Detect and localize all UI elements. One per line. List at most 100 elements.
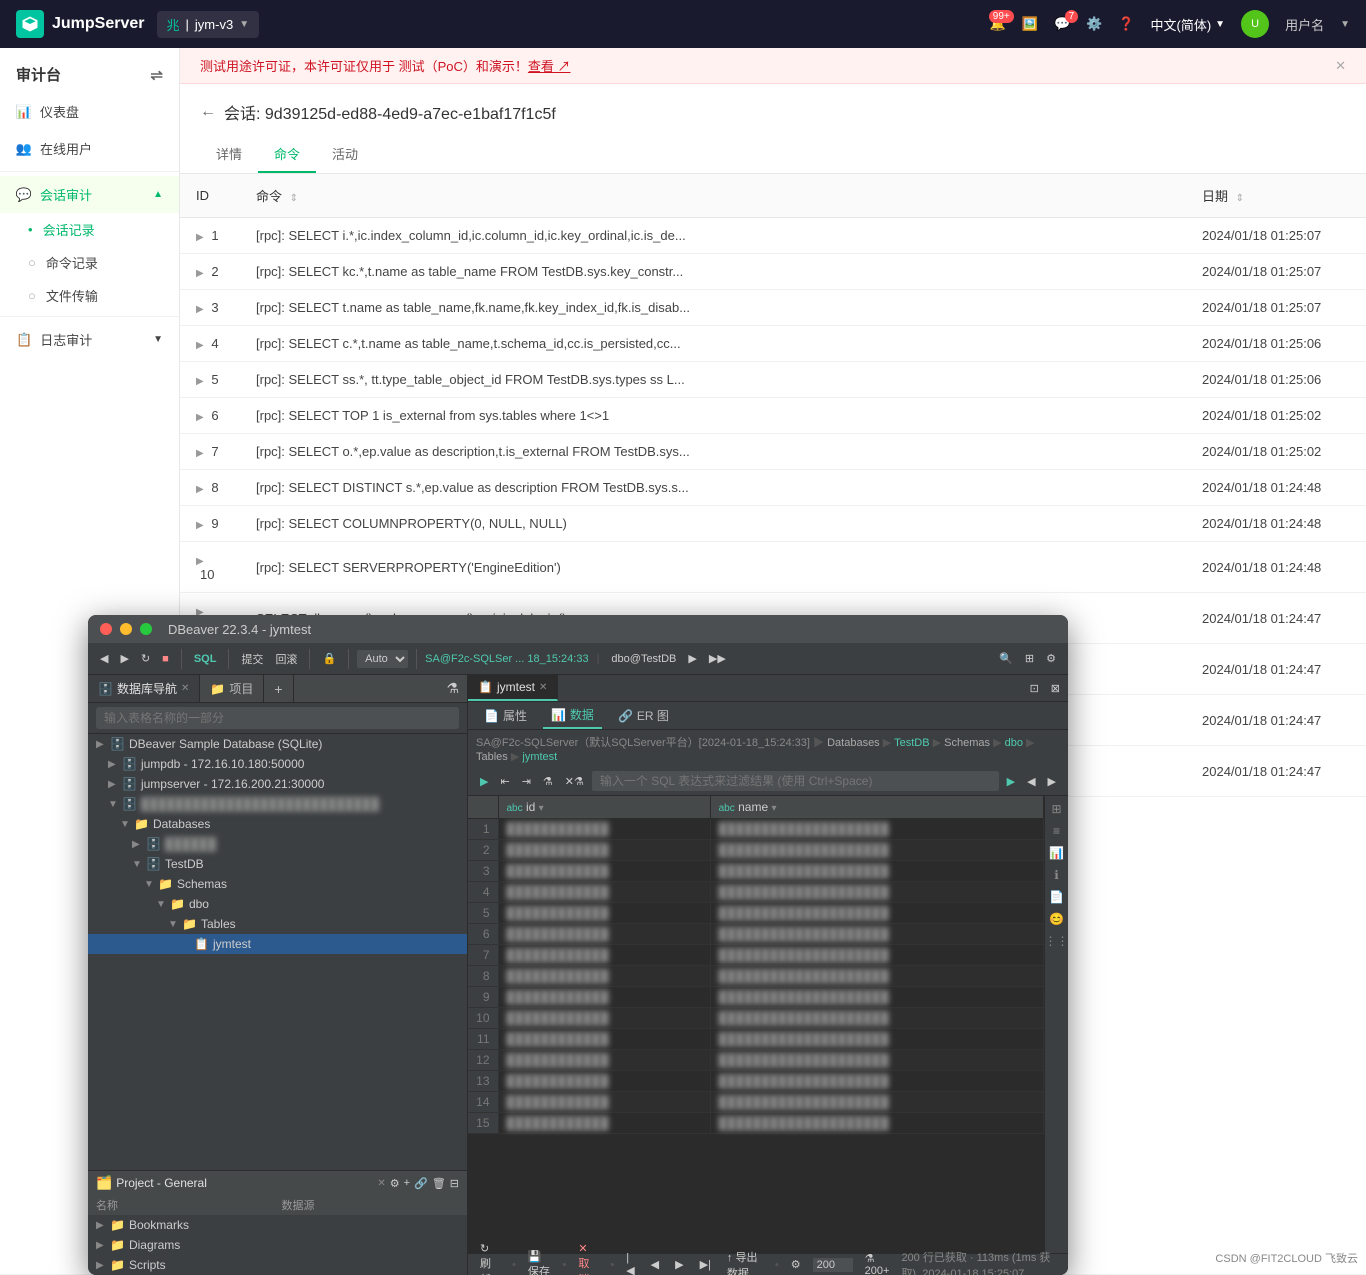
expand-button[interactable]: ▶ xyxy=(196,232,204,243)
sidebar-item-log-audit[interactable]: 📋 日志审计 ▼ xyxy=(0,321,179,358)
table-row[interactable]: ▶ 6 [rpc]: SELECT TOP 1 is_external from… xyxy=(180,398,1366,434)
expand-button[interactable]: ▶ xyxy=(196,556,204,567)
table-row[interactable]: ▶ 4 [rpc]: SELECT c.*,t.name as table_na… xyxy=(180,326,1366,362)
restore-icon[interactable]: ⊡ xyxy=(1026,680,1043,697)
status-nav-last[interactable]: ▶| xyxy=(696,1256,715,1273)
tree-item-jumpserver[interactable]: ▶ 🗄️ jumpserver - 172.16.200.21:30000 xyxy=(88,774,467,794)
nav-tab-db-close[interactable]: ✕ xyxy=(181,683,189,694)
sidebar-subitem-file-transfer[interactable]: 文件传输 xyxy=(28,279,179,312)
grid-row[interactable]: 13 ████████████ ████████████████████ xyxy=(468,1071,1044,1092)
auto-commit-select[interactable]: Auto xyxy=(357,650,408,668)
grid-row[interactable]: 8 ████████████ ████████████████████ xyxy=(468,966,1044,987)
nav-tab-db[interactable]: 🗄️ 数据库导航 ✕ xyxy=(88,675,200,702)
nav-tab-add[interactable]: + xyxy=(264,675,293,702)
tree-item-schemas[interactable]: ▼ 📁 Schemas xyxy=(88,874,467,894)
tb-stop[interactable]: ■ xyxy=(158,651,173,667)
table-row[interactable]: ▶ 1 [rpc]: SELECT i.*,ic.index_column_id… xyxy=(180,218,1366,254)
tree-item-testdb[interactable]: ▼ 🗄️ TestDB xyxy=(88,854,467,874)
help-icon[interactable]: ❓ xyxy=(1118,16,1134,32)
expand-button[interactable]: ▶ xyxy=(196,448,204,459)
tb-lock[interactable]: 🔒 xyxy=(318,650,340,667)
tb-forward[interactable]: ▶ xyxy=(116,650,132,667)
tab-activity[interactable]: 活动 xyxy=(316,136,374,173)
status-gear[interactable]: ⚙ xyxy=(787,1256,805,1273)
proj-item-diagrams[interactable]: ▶ 📁 Diagrams xyxy=(88,1235,467,1255)
tree-item-jumpdb[interactable]: ▶ 🗄️ jumpdb - 172.16.10.180:50000 xyxy=(88,754,467,774)
expand-button[interactable]: ▶ xyxy=(196,520,204,531)
status-nav-prev[interactable]: ◀ xyxy=(647,1256,663,1273)
proj-item-bookmarks[interactable]: ▶ 📁 Bookmarks xyxy=(88,1215,467,1235)
grid-row[interactable]: 15 ████████████ ████████████████████ xyxy=(468,1113,1044,1134)
table-row[interactable]: ▶ 9 [rpc]: SELECT COLUMNPROPERTY(0, NULL… xyxy=(180,506,1366,542)
grid-row[interactable]: 9 ████████████ ████████████████████ xyxy=(468,987,1044,1008)
expand-button[interactable]: ▶ xyxy=(196,376,204,387)
side-icon-info[interactable]: ℹ xyxy=(1052,866,1061,884)
col-sort-id[interactable]: ▾ xyxy=(539,803,544,814)
project-collapse-icon[interactable]: ⊟ xyxy=(450,1177,459,1190)
expand-button[interactable]: ▶ xyxy=(196,268,204,279)
tb-more1[interactable]: ▶ xyxy=(684,650,700,667)
sidebar-item-session-audit[interactable]: 💬 会话审计 ▲ xyxy=(0,176,179,213)
sidebar-subitem-cmd-record[interactable]: 命令记录 xyxy=(28,246,179,279)
prop-tab-properties[interactable]: 📄 属性 xyxy=(476,702,535,729)
side-icon-smiley[interactable]: 😊 xyxy=(1047,910,1066,928)
grid-row[interactable]: 14 ████████████ ████████████████████ xyxy=(468,1092,1044,1113)
maximize-icon[interactable]: ⊠ xyxy=(1047,680,1064,697)
tb-search[interactable]: 🔍 xyxy=(995,650,1017,667)
sidebar-item-online-users[interactable]: 👥 在线用户 xyxy=(0,130,179,167)
window-minimize-button[interactable] xyxy=(120,623,132,635)
message-icon[interactable]: 💬 7 xyxy=(1054,16,1070,32)
tb-sql[interactable]: SQL xyxy=(190,651,221,667)
col-sort-name[interactable]: ▾ xyxy=(771,803,776,814)
project-settings-icon[interactable]: ⚙ xyxy=(390,1177,400,1190)
settings-icon[interactable]: ⚙️ xyxy=(1086,16,1102,32)
status-filter-count[interactable]: ⚗ 200+ xyxy=(861,1250,894,1275)
tree-item-jymtest[interactable]: 📋 jymtest xyxy=(88,934,467,954)
tree-item-dbo[interactable]: ▼ 📁 dbo xyxy=(88,894,467,914)
tree-item-blurred-root[interactable]: ▼ 🗄️ ████████████████████████████ xyxy=(88,794,467,814)
side-icon-list[interactable]: ≡ xyxy=(1051,822,1062,840)
tb-back[interactable]: ◀ xyxy=(96,650,112,667)
project-add-icon[interactable]: + xyxy=(404,1177,410,1190)
right-tab-close[interactable]: ✕ xyxy=(539,682,547,693)
status-page-size[interactable] xyxy=(813,1258,853,1272)
grid-row[interactable]: 3 ████████████ ████████████████████ xyxy=(468,861,1044,882)
grid-row[interactable]: 2 ████████████ ████████████████████ xyxy=(468,840,1044,861)
side-icon-dots[interactable]: ⋮⋮ xyxy=(1043,932,1069,950)
table-row[interactable]: ▶ 7 [rpc]: SELECT o.*,ep.value as descri… xyxy=(180,434,1366,470)
dt-execute[interactable]: ▶ xyxy=(476,773,492,790)
tree-item-sqlite[interactable]: ▶ 🗄️ DBeaver Sample Database (SQLite) xyxy=(88,734,467,754)
alert-close-button[interactable]: ✕ xyxy=(1335,58,1346,74)
status-refresh[interactable]: ↻ 刷新 xyxy=(476,1240,504,1275)
col-header-cmd[interactable]: 命令 ⇕ xyxy=(240,174,1186,218)
status-export[interactable]: ↑ 导出数据... xyxy=(723,1247,767,1275)
grid-col-id[interactable]: abc id ▾ xyxy=(498,796,710,819)
notification-icon[interactable]: 🔔 99+ xyxy=(990,16,1006,32)
tb-commit[interactable]: 提交 xyxy=(237,649,267,669)
table-row[interactable]: ▶ 5 [rpc]: SELECT ss.*, tt.type_table_ob… xyxy=(180,362,1366,398)
grid-row[interactable]: 6 ████████████ ████████████████████ xyxy=(468,924,1044,945)
dt-left-nav[interactable]: ◀ xyxy=(1023,773,1039,790)
dt-nav1[interactable]: ⇤ xyxy=(496,773,513,790)
side-icon-chart[interactable]: 📊 xyxy=(1047,844,1066,862)
dt-filter-remove[interactable]: ✕⚗ xyxy=(561,773,588,790)
grid-row[interactable]: 5 ████████████ ████████████████████ xyxy=(468,903,1044,924)
project-delete-icon[interactable]: 🗑 xyxy=(432,1177,446,1190)
expand-button[interactable]: ▶ xyxy=(196,412,204,423)
tb-rollback[interactable]: 回滚 xyxy=(271,649,301,669)
alert-link[interactable]: 查看 ↗ xyxy=(528,59,571,74)
prop-tab-data[interactable]: 📊 数据 xyxy=(543,702,602,729)
sidebar-toggle[interactable]: ⇌ xyxy=(150,66,163,84)
tree-item-databases[interactable]: ▼ 📁 Databases xyxy=(88,814,467,834)
grid-row[interactable]: 7 ████████████ ████████████████████ xyxy=(468,945,1044,966)
side-icon-record[interactable]: 📄 xyxy=(1047,888,1066,906)
grid-col-name[interactable]: abc name ▾ xyxy=(710,796,1043,819)
tab-command[interactable]: 命令 xyxy=(258,136,316,173)
image-icon[interactable]: 🖼️ xyxy=(1022,16,1038,32)
tree-item-tables[interactable]: ▼ 📁 Tables xyxy=(88,914,467,934)
filter-input[interactable] xyxy=(592,771,999,791)
status-nav-first[interactable]: |◀ xyxy=(622,1250,638,1275)
status-cancel[interactable]: ✕ 取消 xyxy=(574,1240,602,1275)
right-tab-jymtest[interactable]: 📋 jymtest ✕ xyxy=(468,675,558,701)
tab-detail[interactable]: 详情 xyxy=(200,136,258,173)
